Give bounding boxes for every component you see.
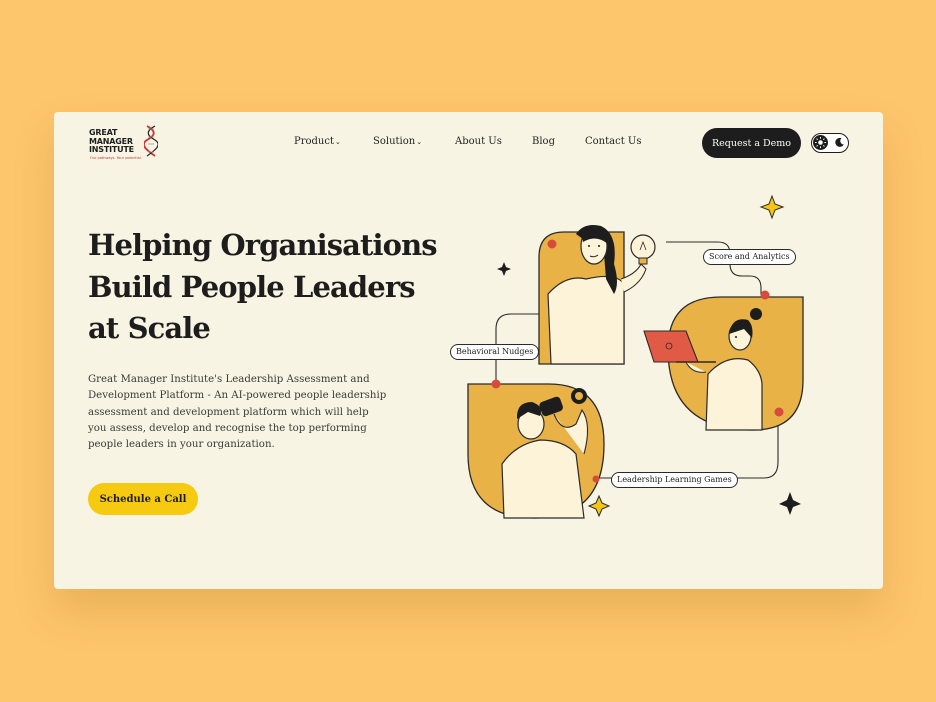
sparkle-icon bbox=[779, 492, 801, 515]
chevron-down-icon: ⌄ bbox=[335, 138, 341, 146]
highlighted-word: Helping bbox=[88, 228, 212, 262]
nav-product-label: Product bbox=[294, 136, 334, 147]
request-demo-button[interactable]: Request a Demo bbox=[702, 128, 801, 158]
hero-title-line2: Build People Leaders bbox=[88, 269, 416, 304]
sparkle-icon bbox=[497, 262, 511, 276]
sparkle-icon bbox=[587, 494, 611, 518]
label-score-analytics: Score and Analytics bbox=[703, 249, 796, 265]
hero-illustration: Score and Analytics Behavioral Nudges Le… bbox=[436, 184, 836, 528]
nav-about-us[interactable]: About Us bbox=[455, 136, 502, 147]
chevron-down-icon: ⌄ bbox=[416, 138, 423, 146]
sparkle-icon bbox=[759, 194, 785, 220]
hero-title: Helping Organisations Build People Leade… bbox=[88, 225, 438, 350]
logo-tagline: Our pathways. Your potential. bbox=[90, 156, 142, 160]
hero-title-line3: at Scale bbox=[88, 311, 211, 345]
nav-product[interactable]: Product⌄ bbox=[294, 136, 341, 147]
schedule-call-button[interactable]: Schedule a Call bbox=[88, 483, 198, 515]
logo-text-line3: INSTITUTE bbox=[89, 145, 134, 154]
label-behavioral-nudges: Behavioral Nudges bbox=[450, 344, 540, 360]
moon-icon bbox=[835, 137, 844, 147]
nav-solution-label: Solution bbox=[373, 136, 416, 147]
nav-contact-us[interactable]: Contact Us bbox=[585, 136, 641, 147]
card-man-binoculars bbox=[467, 379, 605, 519]
card-woman-lightbulb bbox=[538, 225, 656, 365]
sun-icon bbox=[815, 137, 826, 148]
card-woman-laptop bbox=[643, 290, 804, 431]
helix-logo-icon bbox=[144, 125, 158, 157]
label-learning-games: Leadership Learning Games bbox=[611, 472, 738, 488]
hero-title-line1: Helping Organisations bbox=[88, 225, 438, 267]
lightbulb-icon bbox=[630, 234, 656, 260]
theme-toggle[interactable] bbox=[811, 133, 849, 153]
landing-page-card: GREAT MANAGER INSTITUTE Our pathways. Yo… bbox=[54, 112, 883, 589]
nav-solution[interactable]: Solution⌄ bbox=[373, 136, 422, 147]
logo[interactable]: GREAT MANAGER INSTITUTE Our pathways. Yo… bbox=[89, 125, 169, 163]
nav-blog[interactable]: Blog bbox=[532, 136, 555, 147]
hero-title-word: Organisations bbox=[211, 228, 437, 262]
hero-description: Great Manager Institute's Leadership Ass… bbox=[88, 374, 387, 451]
